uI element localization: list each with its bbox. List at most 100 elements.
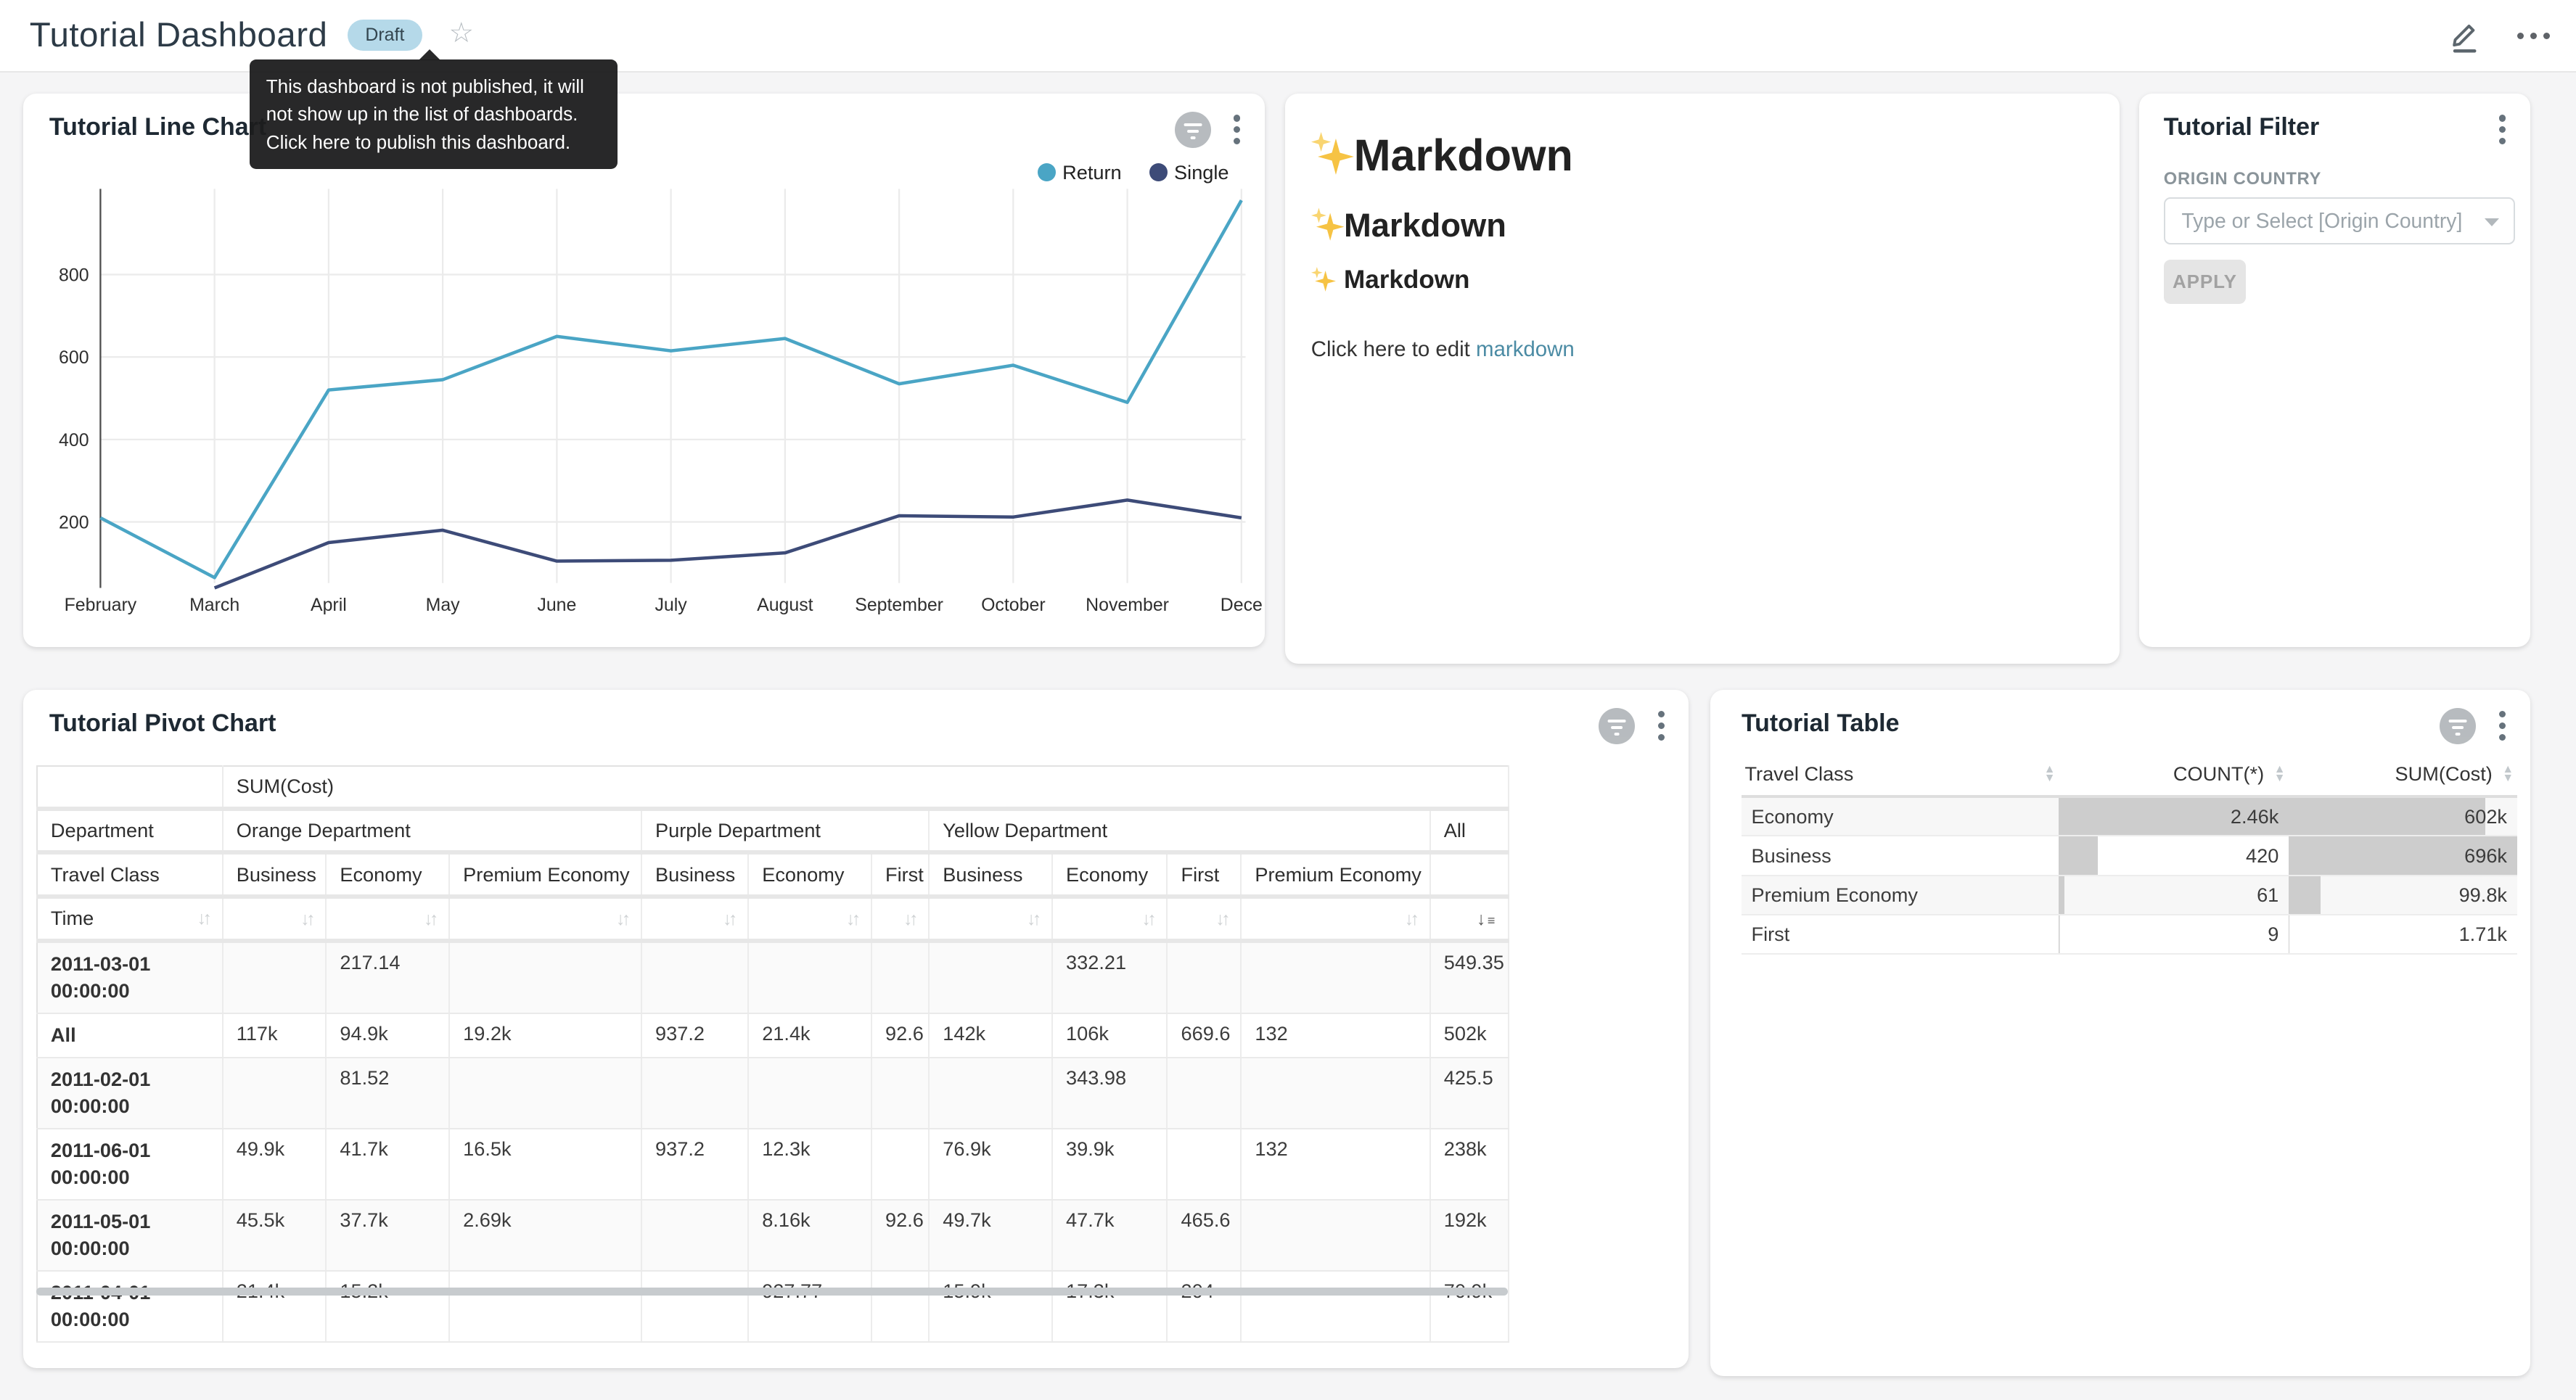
sort-icon: ↓↑	[197, 908, 209, 929]
pivot-cell: 49.9k	[223, 1129, 327, 1200]
pivot-group-row: DepartmentOrange DepartmentPurple Depart…	[37, 809, 1509, 853]
sparkles-icon	[1311, 132, 1354, 178]
sum-cell: 602k	[2289, 796, 2517, 836]
apply-button[interactable]: APPLY	[2164, 260, 2246, 304]
pivot-data-row: 2011-03-01 00:00:00217.14332.21549.35	[37, 941, 1509, 1013]
pivot-cell: 15.9k	[929, 1271, 1052, 1342]
sparkles-icon	[1311, 207, 1344, 244]
pivot-time-sort[interactable]: Time↓↑	[37, 897, 223, 941]
pivot-cell: 16.5k	[449, 1129, 641, 1200]
pivot-cell: 204	[1167, 1271, 1241, 1342]
pivot-data-row: 2011-02-01 00:00:0081.52343.98425.5	[37, 1058, 1509, 1129]
pivot-col-sort[interactable]: ↓↑	[223, 897, 327, 941]
column-header-travel-class[interactable]: Travel Class▲▼	[1742, 755, 2059, 796]
pivot-cell	[1167, 1058, 1241, 1129]
edit-markdown-link[interactable]: markdown	[1476, 337, 1575, 361]
pivot-sort-row: Time↓↑↓↑↓↑↓↑↓↑↓↑↓↑↓↑↓↑↓↑↓↑↓≡	[37, 897, 1509, 941]
pivot-class-label: Business	[641, 852, 748, 897]
pivot-col-sort[interactable]: ↓↑	[871, 897, 929, 941]
pencil-icon	[2448, 18, 2481, 54]
pivot-cell: 502k	[1430, 1013, 1509, 1058]
markdown-h3: Markdown	[1311, 265, 2093, 295]
draft-status-badge[interactable]: Draft	[348, 20, 423, 51]
sort-icon: ↓↑	[903, 909, 915, 929]
pivot-col-sort[interactable]: ↓↑	[929, 897, 1052, 941]
pivot-cell	[223, 941, 327, 1013]
pivot-class-label: Business	[929, 852, 1052, 897]
pivot-cell	[223, 1058, 327, 1129]
pivot-class-label: First	[871, 852, 929, 897]
pivot-cell: 465.6	[1167, 1200, 1241, 1271]
pivot-col-sort[interactable]: ↓↑	[1167, 897, 1241, 941]
column-header-sum-cost[interactable]: SUM(Cost)▲▼	[2289, 755, 2517, 796]
filter-menu-icon[interactable]	[2495, 112, 2509, 148]
pivot-data-row: All117k94.9k19.2k937.221.4k92.6142k106k6…	[37, 1013, 1509, 1058]
data-table: Travel Class▲▼ COUNT(*)▲▼ SUM(Cost)▲▼ Ec…	[1742, 755, 2517, 955]
pivot-cell: 45.5k	[223, 1200, 327, 1271]
table-row: First 9 1.71k	[1742, 915, 2517, 954]
sort-icon: ↓↑	[1405, 909, 1416, 929]
pivot-group-label: Purple Department	[641, 809, 929, 853]
pivot-cell: 21.4k	[223, 1271, 327, 1342]
pivot-cell	[1167, 941, 1241, 1013]
pivot-col-sort[interactable]: ↓↑	[748, 897, 871, 941]
pivot-data-row: 2011-06-01 00:00:0049.9k41.7k16.5k937.21…	[37, 1129, 1509, 1200]
line-chart-card: Tutorial Line Chart ReturnSingle 2004006…	[23, 94, 1266, 647]
svg-text:April: April	[311, 595, 347, 615]
pivot-class-row: Travel ClassBusinessEconomyPremium Econo…	[37, 852, 1509, 897]
more-actions-button[interactable]	[2517, 33, 2550, 39]
sort-icon: ↓↑	[616, 909, 628, 929]
chart-menu-icon[interactable]	[2495, 708, 2509, 744]
edit-dashboard-button[interactable]	[2448, 18, 2481, 54]
pivot-cell: 49.7k	[929, 1200, 1052, 1271]
sum-cell: 696k	[2289, 836, 2517, 875]
horizontal-scrollbar[interactable]	[36, 1288, 1509, 1296]
pivot-cell: 549.35	[1430, 941, 1509, 1013]
pivot-cell	[641, 1058, 748, 1129]
table-row: Business 420 696k	[1742, 836, 2517, 875]
pivot-col-sort[interactable]: ↓↑	[449, 897, 641, 941]
pivot-col-sort[interactable]: ↓↑	[1052, 897, 1167, 941]
cross-filter-icon[interactable]	[2440, 708, 2476, 744]
pivot-col-sort[interactable]: ↓↑	[326, 897, 449, 941]
cross-filter-icon[interactable]	[1599, 708, 1635, 744]
pivot-class-label: Premium Economy	[449, 852, 641, 897]
column-header-count[interactable]: COUNT(*)▲▼	[2059, 755, 2289, 796]
pivot-group-label: Yellow Department	[929, 809, 1430, 853]
origin-country-label: ORIGIN COUNTRY	[2164, 169, 2321, 189]
pivot-cell: 92.6	[871, 1013, 929, 1058]
pivot-class-label: First	[1167, 852, 1241, 897]
pivot-cell: 15.2k	[326, 1271, 449, 1342]
chart-menu-icon[interactable]	[1654, 708, 1668, 744]
origin-country-select[interactable]: Type or Select [Origin Country]	[2164, 197, 2516, 245]
sort-desc-active-icon: ↓	[1477, 909, 1485, 929]
table-card: Tutorial Table Travel Class▲▼ COUNT(*)▲▼…	[1710, 690, 2530, 1376]
pivot-col-sort[interactable]: ↓↑	[1241, 897, 1429, 941]
count-cell: 9	[2059, 915, 2289, 954]
travel-class-cell: First	[1742, 915, 2059, 954]
pivot-cell	[871, 941, 929, 1013]
pivot-col-sort[interactable]: ↓↑	[641, 897, 748, 941]
markdown-h2: Markdown	[1311, 207, 2093, 244]
pivot-cell: 238k	[1430, 1129, 1509, 1200]
publish-tooltip: This dashboard is not published, it will…	[250, 59, 618, 170]
svg-text:Dece: Dece	[1220, 595, 1262, 615]
pivot-cell	[929, 1058, 1052, 1129]
svg-text:March: March	[189, 595, 239, 615]
pivot-cell	[641, 1200, 748, 1271]
svg-text:400: 400	[59, 430, 89, 450]
sort-icon: ↓↑	[723, 909, 734, 929]
pivot-row-label: 2011-04-01 00:00:00	[37, 1271, 223, 1342]
pivot-title: Tutorial Pivot Chart	[49, 709, 276, 738]
pivot-col-sort[interactable]: ↓≡	[1430, 897, 1509, 941]
sort-icon: ↓↑	[846, 909, 858, 929]
pivot-cell	[871, 1271, 929, 1342]
pivot-table: SUM(Cost)DepartmentOrange DepartmentPurp…	[36, 765, 1510, 1343]
single-series-line	[214, 500, 1241, 588]
pivot-cell	[449, 941, 641, 1013]
favorite-star-icon[interactable]: ☆	[448, 20, 474, 47]
line-chart-plot: 200400600800FebruaryMarchAprilMayJuneJul…	[23, 94, 1266, 647]
pivot-cell	[1167, 1129, 1241, 1200]
pivot-cell	[1241, 1058, 1429, 1129]
pivot-cell: 76.9k	[929, 1129, 1052, 1200]
